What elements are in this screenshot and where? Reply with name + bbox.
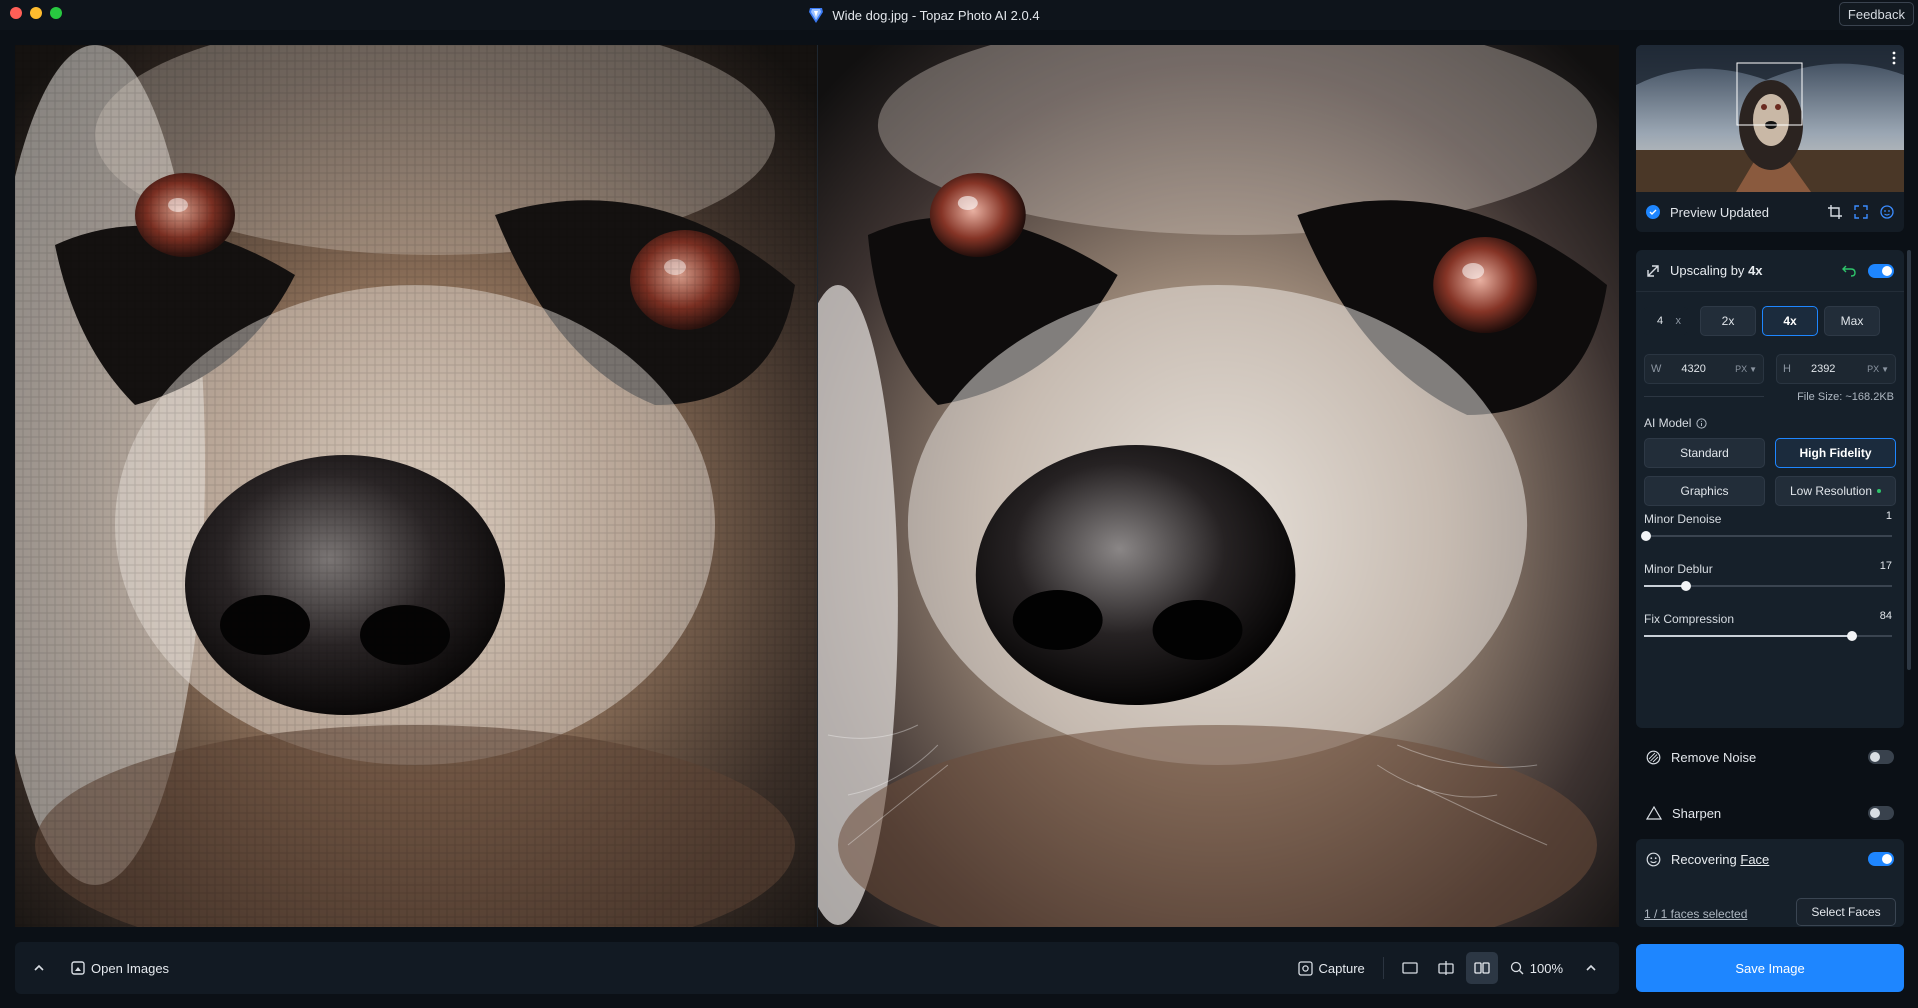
upscale-card: Upscaling by 4x 4x 2x 4x Max W 4320 PX ▼… — [1636, 250, 1904, 728]
minor-deblur-handle[interactable] — [1681, 581, 1692, 591]
title-bar: Wide dog.jpg - Topaz Photo AI 2.0.4 Feed… — [0, 0, 1918, 30]
minor-deblur-value: 17 — [1879, 560, 1892, 572]
image-canvas[interactable] — [15, 45, 1619, 927]
preview-status-bar: Preview Updated — [1636, 192, 1904, 232]
file-size: File Size: ~168.2KB — [1797, 391, 1894, 403]
recover-face-header[interactable]: Recovering Face — [1636, 839, 1904, 879]
split-view-button[interactable] — [1430, 952, 1462, 984]
model-row-1: Standard High Fidelity — [1644, 438, 1896, 468]
info-icon[interactable] — [1696, 417, 1707, 429]
face-link[interactable]: Face — [1740, 852, 1769, 867]
zoom-menu-button[interactable] — [1575, 952, 1607, 984]
remove-noise-icon — [1646, 750, 1661, 764]
scale-2x-button[interactable]: 2x — [1700, 306, 1756, 336]
model-standard-button[interactable]: Standard — [1644, 438, 1765, 468]
close-window-button[interactable] — [10, 7, 22, 19]
model-graphics-button[interactable]: Graphics — [1644, 476, 1765, 506]
zoom-level: 100% — [1529, 960, 1563, 976]
minor-deblur-label: Minor Deblur — [1644, 562, 1713, 576]
side-by-side-view-button[interactable] — [1465, 952, 1498, 984]
open-images-button[interactable]: Open Images — [63, 952, 177, 984]
window-controls — [10, 7, 62, 19]
side-by-side-icon — [1474, 962, 1490, 974]
single-view-icon — [1402, 962, 1418, 974]
unit-dropdown-icon: ▼ — [1749, 364, 1757, 374]
preview-status-text: Preview Updated — [1670, 204, 1769, 220]
navigator-thumbnail[interactable] — [1636, 45, 1904, 192]
chevron-up-icon — [34, 964, 44, 971]
sharpen-toggle[interactable] — [1868, 806, 1894, 820]
minor-denoise-value: 1 — [1885, 510, 1892, 522]
new-indicator-dot — [1877, 489, 1882, 493]
scale-4x-button[interactable]: 4x — [1762, 306, 1818, 336]
expand-filmstrip-button[interactable] — [23, 952, 55, 984]
face-detect-icon[interactable] — [1880, 205, 1894, 219]
model-row-2: Graphics Low Resolution — [1644, 476, 1896, 506]
face-icon — [1646, 852, 1661, 866]
original-image-pane[interactable] — [15, 45, 817, 927]
minor-denoise-handle[interactable] — [1641, 531, 1652, 541]
single-view-button[interactable] — [1394, 952, 1426, 984]
minor-deblur-slider[interactable] — [1644, 581, 1892, 591]
width-field[interactable]: W 4320 PX ▼ — [1644, 354, 1764, 384]
window-title-group: Wide dog.jpg - Topaz Photo AI 2.0.4 — [808, 6, 1040, 24]
zoom-icon — [1510, 961, 1524, 975]
undo-icon[interactable] — [1842, 265, 1856, 277]
fullscreen-icon[interactable] — [1854, 205, 1868, 219]
fix-compression-value: 84 — [1879, 610, 1892, 622]
split-view-icon — [1438, 961, 1454, 975]
chevron-up-icon — [1586, 964, 1596, 971]
dimensions-row: W 4320 PX ▼ H 2392 PX ▼ — [1644, 354, 1896, 384]
scale-row: 4x 2x 4x Max — [1644, 306, 1896, 336]
minimize-window-button[interactable] — [30, 7, 42, 19]
select-faces-button[interactable]: Select Faces — [1796, 898, 1896, 926]
window-title: Wide dog.jpg - Topaz Photo AI 2.0.4 — [832, 7, 1040, 23]
feedback-button[interactable]: Feedback — [1838, 2, 1914, 26]
fix-compression-handle[interactable] — [1847, 631, 1858, 641]
thumbnail-image — [1636, 45, 1904, 192]
scale-max-button[interactable]: Max — [1824, 306, 1880, 336]
minor-denoise-slider[interactable] — [1641, 531, 1892, 541]
image-icon — [71, 961, 85, 975]
fix-compression-slider[interactable] — [1644, 631, 1892, 641]
zoom-control[interactable]: 100% — [1502, 952, 1571, 984]
original-dog-image — [15, 45, 817, 927]
processed-image-pane[interactable] — [817, 45, 1619, 927]
divider — [1644, 396, 1764, 397]
upscale-title: Upscaling by 4x — [1670, 263, 1763, 278]
settings-panel: Preview Updated Upscaling by 4x 4x 2x 4x… — [1636, 45, 1904, 927]
bottom-toolbar: Open Images Capture 100% — [15, 942, 1619, 994]
upscale-header[interactable]: Upscaling by 4x — [1636, 250, 1904, 292]
height-field[interactable]: H 2392 PX ▼ — [1776, 354, 1896, 384]
minor-denoise-label: Minor Denoise — [1644, 512, 1722, 526]
ai-model-label: AI Model — [1644, 416, 1707, 430]
remove-noise-row[interactable]: Remove Noise — [1636, 737, 1904, 777]
upscale-arrow-icon — [1647, 264, 1659, 277]
capture-label: Capture — [1318, 960, 1365, 976]
unit-dropdown-icon: ▼ — [1881, 364, 1889, 374]
processed-dog-image — [818, 45, 1619, 927]
model-high-fidelity-button[interactable]: High Fidelity — [1775, 438, 1896, 468]
model-low-resolution-button[interactable]: Low Resolution — [1775, 476, 1896, 506]
topaz-logo-icon — [809, 8, 824, 23]
sharpen-row[interactable]: Sharpen — [1636, 793, 1904, 833]
scale-input[interactable]: 4x — [1644, 306, 1688, 336]
maximize-window-button[interactable] — [50, 7, 62, 19]
faces-selected-link[interactable]: 1 / 1 faces selected — [1644, 907, 1747, 921]
fix-compression-label: Fix Compression — [1644, 612, 1735, 626]
upscale-toggle[interactable] — [1868, 263, 1894, 278]
open-images-label: Open Images — [91, 960, 170, 976]
camera-capture-icon — [1297, 960, 1313, 976]
toolbar-divider — [1382, 957, 1384, 979]
panel-scrollbar[interactable] — [1907, 250, 1911, 670]
remove-noise-toggle[interactable] — [1868, 750, 1894, 764]
sharpen-triangle-icon — [1646, 806, 1662, 820]
recover-face-toggle[interactable] — [1868, 852, 1894, 866]
capture-button[interactable]: Capture — [1290, 952, 1373, 984]
save-image-button[interactable]: Save Image — [1636, 944, 1904, 992]
crop-icon[interactable] — [1828, 205, 1842, 219]
check-icon — [1646, 205, 1660, 219]
